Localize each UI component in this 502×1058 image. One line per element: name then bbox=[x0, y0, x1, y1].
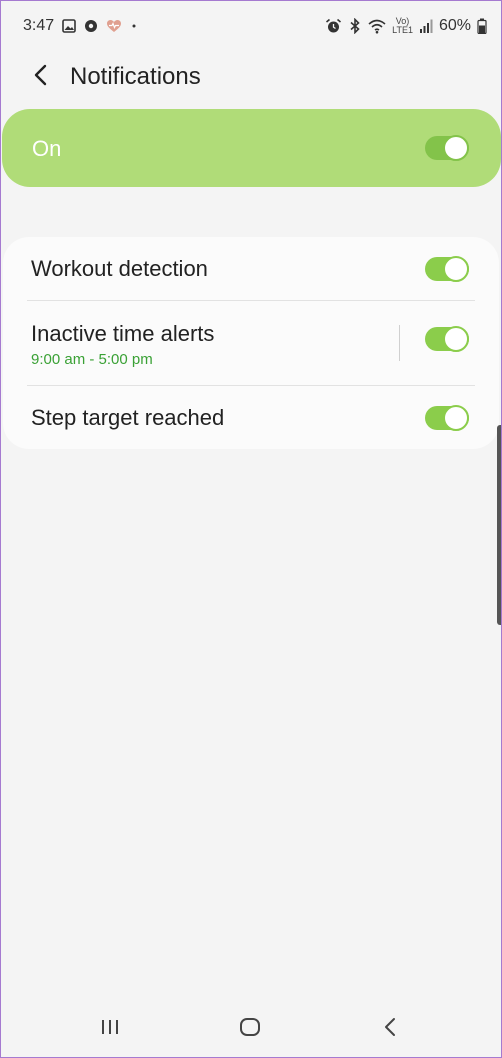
bluetooth-icon bbox=[348, 18, 362, 34]
status-bar: 3:47 Vo) LTE1 60% bbox=[1, 1, 501, 53]
master-toggle[interactable] bbox=[425, 135, 469, 161]
image-icon bbox=[62, 19, 76, 33]
battery-percent: 60% bbox=[438, 17, 471, 34]
status-time: 3:47 bbox=[23, 17, 55, 34]
vertical-divider bbox=[399, 325, 400, 361]
status-right: Vo) LTE1 60% bbox=[325, 17, 487, 35]
master-switch-label: On bbox=[32, 136, 62, 161]
setting-title: Workout detection bbox=[31, 256, 208, 281]
edge-panel-handle[interactable] bbox=[497, 425, 501, 625]
back-icon bbox=[383, 1017, 397, 1042]
network-type-label: Vo) LTE1 bbox=[392, 17, 413, 35]
toggle-knob bbox=[443, 405, 469, 431]
battery-icon bbox=[477, 18, 487, 34]
recents-button[interactable] bbox=[90, 1015, 130, 1043]
wifi-icon bbox=[368, 18, 386, 34]
step-target-reached-toggle[interactable] bbox=[425, 405, 469, 431]
toggle-knob bbox=[443, 326, 469, 352]
workout-detection-toggle[interactable] bbox=[425, 256, 469, 282]
setting-title: Inactive time alerts bbox=[31, 321, 215, 346]
setting-row-inactive-time-alerts[interactable]: Inactive time alerts 9:00 am - 5:00 pm bbox=[3, 301, 499, 385]
record-icon bbox=[84, 19, 98, 33]
back-button[interactable] bbox=[27, 63, 55, 91]
chevron-left-icon bbox=[33, 64, 49, 91]
alarm-icon bbox=[325, 18, 342, 34]
signal-icon bbox=[419, 18, 433, 34]
navigation-bar bbox=[1, 1001, 501, 1057]
setting-row-step-target-reached[interactable]: Step target reached bbox=[3, 386, 499, 449]
settings-list: Workout detection Inactive time alerts 9… bbox=[3, 237, 499, 449]
home-icon bbox=[239, 1017, 261, 1042]
nav-back-button[interactable] bbox=[370, 1015, 410, 1043]
home-button[interactable] bbox=[230, 1015, 270, 1043]
setting-title: Step target reached bbox=[31, 405, 225, 430]
page-title: Notifications bbox=[70, 63, 201, 90]
status-left: 3:47 bbox=[23, 17, 138, 35]
setting-row-workout-detection[interactable]: Workout detection bbox=[3, 237, 499, 301]
recents-icon bbox=[99, 1018, 121, 1041]
dot-icon bbox=[130, 19, 138, 33]
network-label-bottom: LTE1 bbox=[392, 25, 413, 35]
inactive-time-alerts-toggle[interactable] bbox=[425, 326, 469, 352]
screen: 3:47 Vo) LTE1 60% Notifications On Worko… bbox=[0, 0, 502, 1058]
app-header: Notifications bbox=[1, 53, 501, 101]
setting-subtitle: 9:00 am - 5:00 pm bbox=[31, 351, 153, 368]
toggle-knob bbox=[443, 135, 469, 161]
master-switch-bar[interactable]: On bbox=[2, 109, 501, 187]
toggle-knob bbox=[443, 256, 469, 282]
heart-rate-icon bbox=[106, 19, 122, 33]
